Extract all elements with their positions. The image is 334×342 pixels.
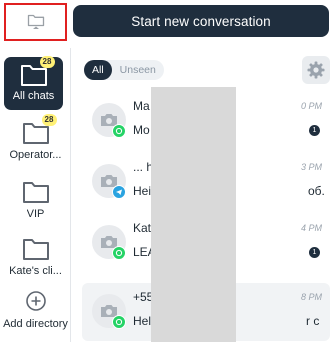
contact-name: Kat <box>133 221 152 235</box>
unread-indicator: 1 <box>309 247 320 258</box>
folder-icon: 28 <box>21 114 57 146</box>
message-time: 8 PM <box>300 292 322 302</box>
plus-circle-icon <box>21 289 51 315</box>
directory-label: Add directory <box>3 318 68 330</box>
start-new-conversation-button[interactable]: Start new conversation <box>73 5 329 37</box>
directory-label: Operator... <box>9 149 62 161</box>
message-preview-tail: об. <box>308 184 325 198</box>
unread-count-badge: 28 <box>39 56 55 68</box>
folder-icon <box>21 179 51 205</box>
directory-all-chats[interactable]: 28 All chats <box>4 56 63 110</box>
settings-button[interactable] <box>302 56 330 84</box>
unread-count-badge: 28 <box>41 114 57 126</box>
directory-label: Kate's cli... <box>9 265 62 277</box>
directory-vip[interactable]: VIP <box>0 179 71 220</box>
unread-indicator: 1 <box>309 125 320 136</box>
directory-operator[interactable]: 28 Operator... <box>0 114 71 161</box>
contact-name: ... h <box>133 160 154 174</box>
add-directory-button[interactable]: Add directory <box>0 289 71 330</box>
message-time: 3 PM <box>300 162 322 172</box>
directory-sidebar: 28 All chats 28 Operator... VIP Kate's c… <box>0 48 71 342</box>
filter-chips: All Unseen <box>84 60 164 80</box>
message-time: 4 PM <box>300 223 322 233</box>
directory-label: All chats <box>12 90 55 102</box>
directory-label: VIP <box>26 208 45 220</box>
filter-unseen[interactable]: Unseen <box>112 60 164 80</box>
whatsapp-icon <box>112 124 126 138</box>
top-bar: Start new conversation <box>0 0 334 44</box>
message-time: 0 PM <box>300 101 322 111</box>
filter-all[interactable]: All <box>84 60 112 80</box>
contact-name: Ma <box>133 99 150 113</box>
whatsapp-icon <box>112 246 126 260</box>
folder-icon <box>21 236 51 262</box>
directory-toggle-button[interactable] <box>4 3 67 41</box>
message-preview-tail: r c <box>306 314 320 328</box>
gear-icon <box>307 61 325 79</box>
telegram-icon <box>112 185 126 199</box>
folder-icon <box>27 14 44 29</box>
redacted-area <box>151 87 236 342</box>
whatsapp-icon <box>112 315 126 329</box>
folder-icon: 28 <box>19 56 55 88</box>
directory-kates-clients[interactable]: Kate's cli... <box>0 236 71 277</box>
